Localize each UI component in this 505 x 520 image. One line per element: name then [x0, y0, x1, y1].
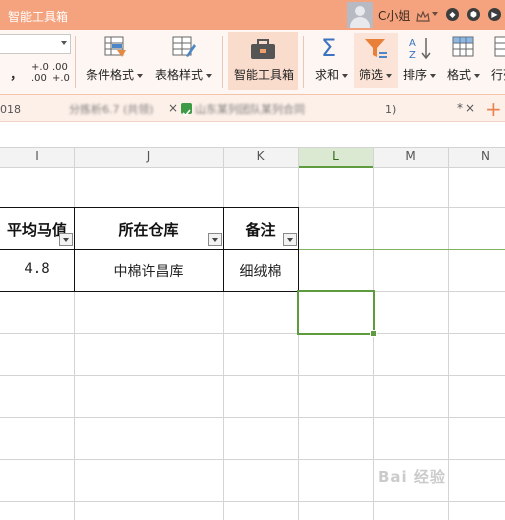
spreadsheet-file-icon [181, 103, 192, 117]
skin-icon[interactable]: ◆ [446, 8, 459, 21]
format-icon[interactable] [452, 36, 476, 62]
formula-bar[interactable] [0, 122, 505, 146]
format-button[interactable]: 格式 [447, 66, 481, 83]
filter-icon[interactable] [364, 37, 388, 63]
avatar[interactable] [347, 2, 373, 28]
new-tab-icon[interactable]: + [485, 97, 502, 121]
data-cell-warehouse[interactable]: 中棉许昌库 [74, 261, 223, 281]
svg-text:A: A [409, 38, 416, 49]
table-border [0, 291, 299, 292]
filter-button[interactable]: 筛选 [359, 66, 393, 83]
column-header-K[interactable]: K [223, 149, 298, 163]
tab-document-2[interactable]: 山东某列团队某列合同 1) [195, 101, 396, 117]
grid-line [0, 501, 505, 502]
crown-icon[interactable] [416, 8, 430, 22]
window-title: 智能工具箱 [8, 10, 69, 24]
conditional-format-button[interactable]: 条件格式 [86, 66, 144, 83]
user-name[interactable]: C小姐 [378, 7, 410, 24]
ribbon-separator [303, 36, 304, 88]
sigma-icon[interactable]: Σ [321, 34, 336, 62]
table-style-button[interactable]: 表格样式 [155, 66, 213, 83]
share-icon[interactable]: ▶ [488, 8, 501, 21]
tab-close-icon[interactable]: × [465, 101, 475, 115]
smart-toolbox-label[interactable]: 智能工具箱 [234, 66, 294, 83]
grid-line [0, 459, 505, 460]
increase-decimal-icon[interactable]: +.0 .00 [31, 62, 49, 84]
grid-line [0, 333, 505, 334]
table-border [0, 249, 299, 250]
decrease-decimal-icon[interactable]: .00 +.0 [52, 62, 70, 84]
toolbox-icon[interactable] [250, 38, 276, 64]
sum-button[interactable]: 求和 [315, 66, 349, 83]
row-col-icon[interactable] [494, 36, 505, 62]
column-header-M[interactable]: M [373, 149, 448, 163]
modified-indicator: * [457, 101, 463, 115]
tab-document-1[interactable]: 018 分拣析6.7 (共领) [0, 101, 154, 117]
user-menu-caret-icon[interactable] [432, 12, 438, 16]
active-cell-selection[interactable] [297, 290, 375, 335]
column-header-N[interactable]: N [448, 149, 505, 163]
settings-icon[interactable]: ⬢ [467, 8, 480, 21]
filter-dropdown-button[interactable] [208, 233, 222, 246]
ribbon-separator [222, 36, 223, 88]
header-cell-warehouse[interactable]: 所在仓库 [74, 219, 223, 240]
thousands-separator-icon[interactable]: ， [10, 64, 23, 83]
conditional-format-icon[interactable] [104, 36, 128, 62]
grid-line [0, 375, 505, 376]
table-border [0, 207, 299, 208]
row-col-button[interactable]: 行列 [491, 66, 505, 83]
data-cell-avg-value[interactable]: 4.8 [0, 261, 74, 277]
sort-icon[interactable]: AZ [409, 36, 433, 64]
font-size-dropdown[interactable] [0, 34, 71, 54]
table-border [298, 207, 299, 292]
svg-text:Z: Z [409, 50, 416, 60]
data-cell-remarks[interactable]: 细绒棉 [223, 261, 298, 281]
watermark: Bai 经验 [378, 468, 446, 486]
column-header-I[interactable]: I [0, 149, 74, 163]
table-style-icon[interactable] [172, 36, 196, 62]
filter-dropdown-button[interactable] [59, 233, 73, 246]
grid-line [0, 417, 505, 418]
column-header-J[interactable]: J [74, 149, 223, 163]
tab-close-icon[interactable]: × [168, 101, 178, 115]
fill-handle[interactable] [370, 330, 377, 337]
filter-dropdown-button[interactable] [283, 233, 297, 246]
column-header-L[interactable]: L [298, 149, 373, 163]
ribbon-separator [75, 36, 76, 88]
sort-button[interactable]: 排序 [403, 66, 437, 83]
